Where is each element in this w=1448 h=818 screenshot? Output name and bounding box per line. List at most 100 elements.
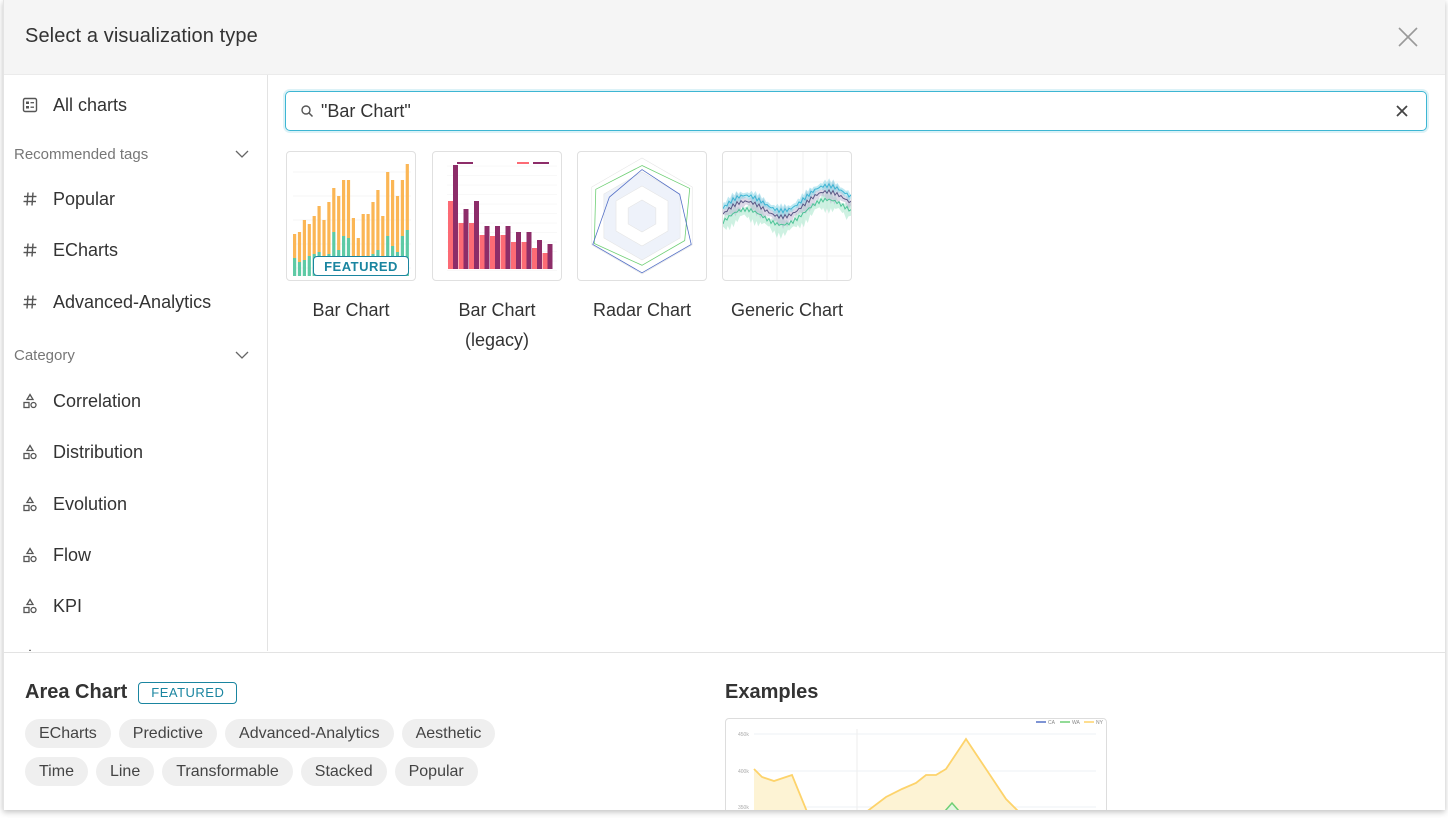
bar-segment xyxy=(376,190,380,250)
bar-segment xyxy=(302,260,306,276)
hash-icon xyxy=(21,293,39,311)
chart-card-label: Generic Chart xyxy=(730,300,844,320)
chevron-down-icon xyxy=(235,351,249,359)
chart-card-bar-chart-legacy[interactable]: Bar Chart (legacy) xyxy=(432,151,562,355)
sidebar-item-label: Correlation xyxy=(53,390,142,411)
search-box[interactable] xyxy=(285,91,1427,131)
chevron-down-icon xyxy=(235,150,249,158)
tag-chip: Popular xyxy=(394,757,478,786)
bar-segment xyxy=(391,180,395,246)
all-charts-icon xyxy=(21,96,39,114)
sidebar-item-distribution[interactable]: Distribution xyxy=(21,437,143,467)
modal-header: Select a visualization type xyxy=(4,0,1445,75)
section-label: Category xyxy=(14,346,75,364)
legend-label: WA xyxy=(1072,720,1081,726)
sidebar-item-all-charts[interactable]: All charts xyxy=(21,90,127,120)
generic-chart-image xyxy=(723,152,851,280)
bar-segment xyxy=(395,196,400,252)
sidebar-item-label: ECharts xyxy=(53,239,119,260)
sidebar-item-echarts[interactable]: ECharts xyxy=(21,235,118,265)
sidebar-item-popular[interactable]: Popular xyxy=(21,184,115,214)
bar xyxy=(479,235,485,269)
examples-title: Examples xyxy=(725,681,819,703)
bar-segment xyxy=(307,224,311,256)
close-icon[interactable] xyxy=(1395,24,1421,50)
detail-title-text: Area Chart xyxy=(25,681,128,703)
bar xyxy=(474,201,479,269)
hash-icon xyxy=(21,190,39,208)
y-tick-label: 450k xyxy=(738,732,749,738)
grouped-bar-thumbnail xyxy=(432,151,562,281)
bar-segment xyxy=(322,220,326,258)
grouped-bar-image xyxy=(447,162,557,271)
legend-mark xyxy=(533,162,549,164)
bar xyxy=(511,242,516,269)
bar-segment xyxy=(332,188,336,232)
area-chart-example: 450k 400k 350k CA WA NY xyxy=(738,720,1104,810)
legend-mark xyxy=(517,162,529,164)
bar-segment xyxy=(312,216,316,254)
bar-segment xyxy=(405,164,409,230)
modal-title: Select a visualization type xyxy=(25,25,258,47)
sidebar-item-label: Advanced-Analytics xyxy=(53,291,212,312)
bar-segment xyxy=(351,218,355,256)
sidebar-item-correlation[interactable]: Correlation xyxy=(21,386,141,416)
sidebar-item-advanced-analytics[interactable]: Advanced-Analytics xyxy=(21,287,211,317)
scatter-line-thumbnail xyxy=(722,151,852,281)
bar-segment xyxy=(302,220,306,260)
shapes-icon xyxy=(21,546,39,564)
bar-segment xyxy=(297,262,302,276)
legend-label: NY xyxy=(1096,720,1104,726)
bar-segment xyxy=(293,258,297,276)
bar xyxy=(463,209,469,269)
radar-thumbnail xyxy=(577,151,707,281)
bar-segment xyxy=(400,180,404,236)
chart-card-radar-chart[interactable]: Radar Chart xyxy=(577,151,707,325)
bar-segment xyxy=(297,232,302,262)
search-input[interactable] xyxy=(321,100,1394,122)
sidebar-item-label: KPI xyxy=(53,595,83,616)
sidebar-item-flow[interactable]: Flow xyxy=(21,540,91,570)
stacked-bar-thumbnail: FEATURED xyxy=(286,151,416,281)
legend-mark xyxy=(457,162,473,164)
bar xyxy=(458,223,464,269)
bar-segment xyxy=(307,256,311,276)
example-image[interactable]: 450k 400k 350k CA WA NY xyxy=(725,718,1107,810)
bar xyxy=(505,226,511,269)
bar-segment xyxy=(342,180,346,236)
tag-chip: ECharts xyxy=(25,719,111,748)
bar-segment xyxy=(371,202,375,254)
bar xyxy=(453,165,458,269)
bar xyxy=(490,236,495,269)
chart-card-label: Bar Chart xyxy=(312,300,390,320)
search-icon xyxy=(301,105,314,118)
bar-segment xyxy=(386,172,390,236)
hash-icon xyxy=(21,241,39,259)
clear-icon[interactable] xyxy=(1394,103,1410,119)
radar-image xyxy=(591,157,693,275)
section-label: Recommended tags xyxy=(14,145,149,163)
bar xyxy=(448,201,453,269)
sidebar-item-evolution[interactable]: Evolution xyxy=(21,489,127,519)
sidebar-item-label: Distribution xyxy=(53,441,144,462)
bar-segment xyxy=(337,196,341,250)
y-tick-label: 350k xyxy=(738,805,749,810)
sidebar-item-kpi[interactable]: KPI xyxy=(21,591,82,621)
category-section[interactable]: Category xyxy=(14,343,250,367)
sidebar-item-label: All charts xyxy=(53,94,128,115)
sidebar-item-label: Evolution xyxy=(53,493,128,514)
chart-card-bar-chart[interactable]: FEATURED Bar Chart xyxy=(286,151,416,325)
tag-chip: Stacked xyxy=(300,757,387,786)
sidebar-item-label: Popular xyxy=(53,188,116,209)
chart-card-generic-chart[interactable]: Generic Chart xyxy=(722,151,852,325)
recommended-tags-section[interactable]: Recommended tags xyxy=(14,142,250,166)
tag-chip: Predictive xyxy=(118,719,218,748)
sidebar-item-label: Flow xyxy=(53,544,92,565)
results-panel: FEATURED Bar Chart Bar Chart (legacy) Ra… xyxy=(268,75,1445,651)
sidebar-item-partial[interactable] xyxy=(21,642,53,651)
tag-chip: Line xyxy=(95,757,155,786)
bar xyxy=(526,232,532,269)
bar-segment xyxy=(317,206,321,252)
sidebar: All charts Recommended tags Popular ECha… xyxy=(4,75,268,651)
chart-card-label: Radar Chart xyxy=(592,300,692,320)
